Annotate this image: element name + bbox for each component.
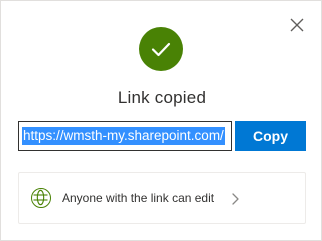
permission-label: Anyone with the link can edit	[62, 191, 215, 205]
link-copied-dialog: Link copied https://wmsth-my.sharepoint.…	[0, 0, 322, 241]
globe-icon	[31, 188, 51, 208]
checkmark-icon	[151, 42, 171, 57]
chevron-right-icon	[232, 193, 239, 205]
close-icon	[290, 18, 304, 32]
close-button[interactable]	[287, 15, 307, 35]
success-badge	[139, 27, 183, 71]
link-permission-settings[interactable]: Anyone with the link can edit	[18, 172, 306, 224]
link-field[interactable]: https://wmsth-my.sharepoint.com/	[18, 121, 232, 151]
link-field-value[interactable]: https://wmsth-my.sharepoint.com/	[22, 127, 225, 145]
copy-button[interactable]: Copy	[235, 121, 306, 151]
dialog-title: Link copied	[117, 88, 207, 107]
